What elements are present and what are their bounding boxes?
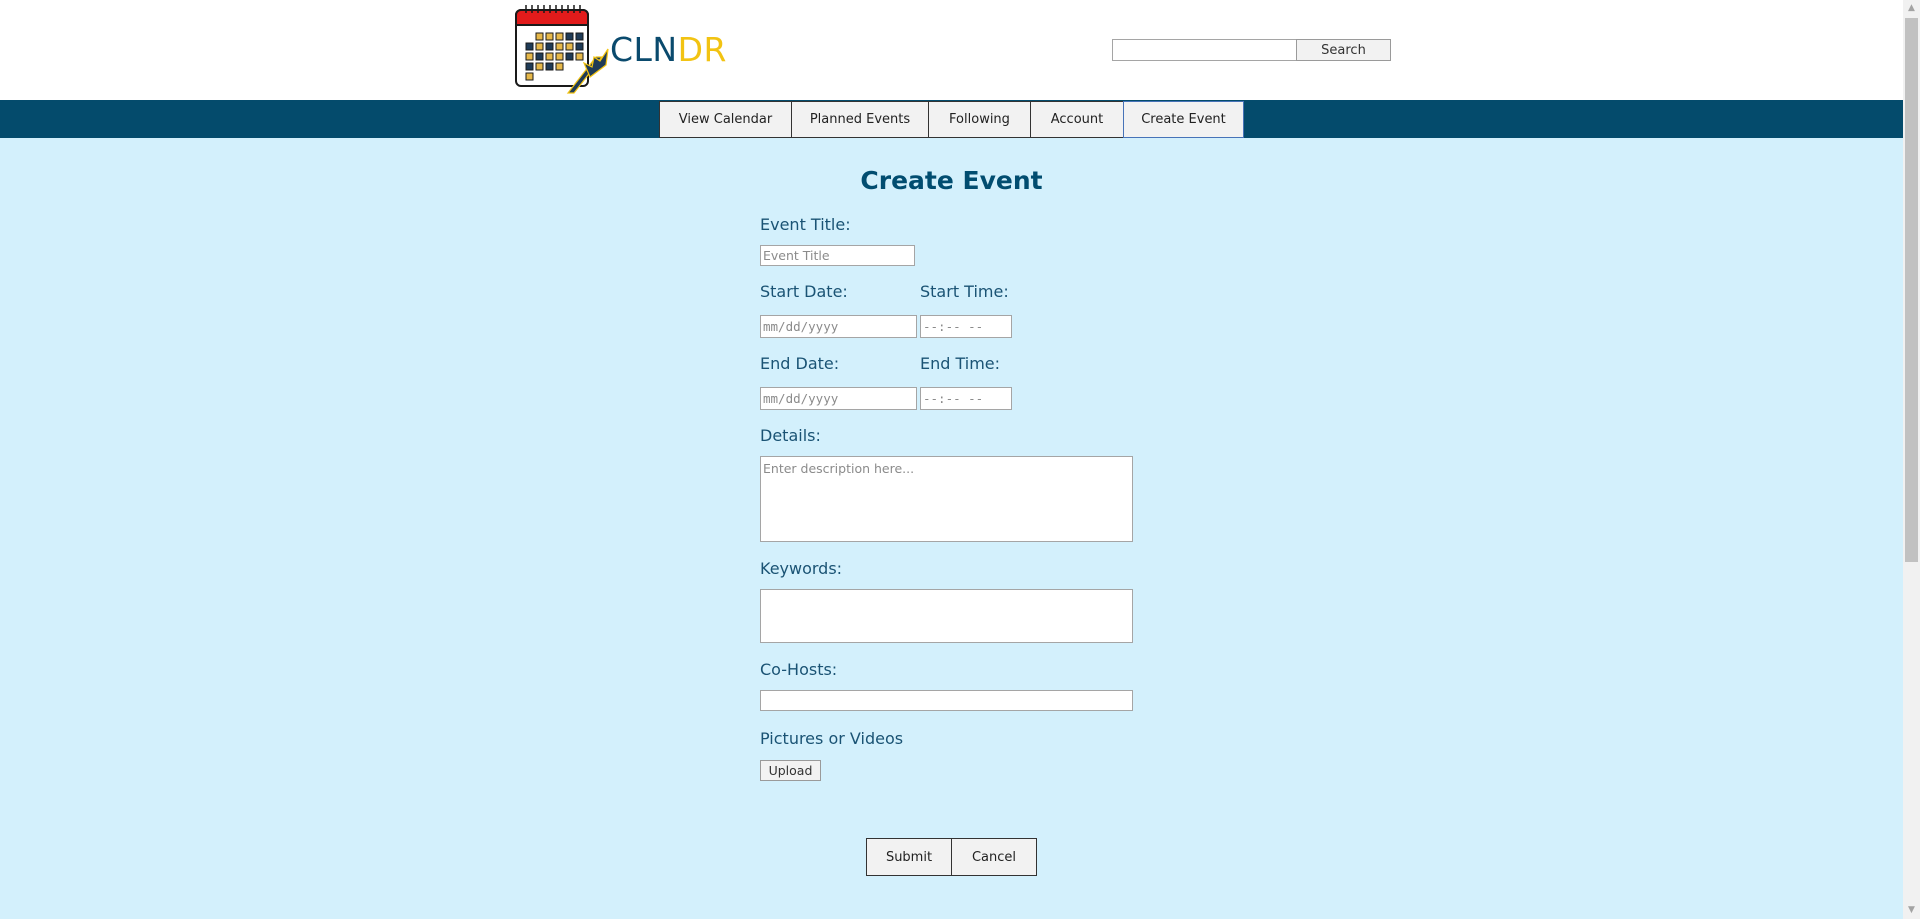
scrollbar-thumb[interactable]	[1905, 18, 1918, 562]
start-date-input[interactable]: mm/dd/yyyy	[760, 315, 917, 338]
media-label: Pictures or Videos	[760, 729, 904, 748]
submit-button[interactable]: Submit	[866, 838, 952, 876]
end-date-label: End Date:	[760, 354, 840, 373]
nav-account[interactable]: Account	[1030, 101, 1124, 138]
event-title-input[interactable]	[760, 245, 915, 266]
nav-following[interactable]: Following	[928, 101, 1031, 138]
end-time-label: End Time:	[920, 354, 1001, 373]
brand-part2: DR	[677, 30, 727, 69]
keywords-label: Keywords:	[760, 559, 843, 578]
nav-view-calendar[interactable]: View Calendar	[659, 101, 792, 138]
keywords-textarea[interactable]	[760, 589, 1133, 643]
search-button[interactable]: Search	[1296, 39, 1391, 61]
brand-logo-text[interactable]: CLNDR	[610, 30, 727, 70]
nav-create-event[interactable]: Create Event	[1123, 101, 1244, 138]
header: CLNDR Search	[0, 0, 1903, 100]
scroll-down-arrow-icon[interactable]: ▼	[1903, 902, 1920, 919]
start-date-label: Start Date:	[760, 282, 848, 301]
details-textarea[interactable]	[760, 456, 1133, 542]
end-date-input[interactable]: mm/dd/yyyy	[760, 387, 917, 410]
end-time-input[interactable]: --:-- --	[920, 387, 1012, 410]
cancel-button[interactable]: Cancel	[951, 838, 1037, 876]
scrollbar[interactable]: ▲ ▼	[1903, 0, 1920, 919]
start-time-label: Start Time:	[920, 282, 1009, 301]
cohosts-input[interactable]	[760, 690, 1133, 711]
cohosts-label: Co-Hosts:	[760, 660, 838, 679]
page-title: Create Event	[860, 166, 1043, 195]
upload-button[interactable]: Upload	[760, 760, 821, 781]
event-title-label: Event Title:	[760, 215, 851, 234]
search-input[interactable]	[1112, 39, 1297, 61]
brand-part1: CLN	[610, 30, 678, 69]
nav-planned-events[interactable]: Planned Events	[791, 101, 929, 138]
details-label: Details:	[760, 426, 821, 445]
scroll-up-arrow-icon[interactable]: ▲	[1903, 0, 1920, 17]
start-time-input[interactable]: --:-- --	[920, 315, 1012, 338]
